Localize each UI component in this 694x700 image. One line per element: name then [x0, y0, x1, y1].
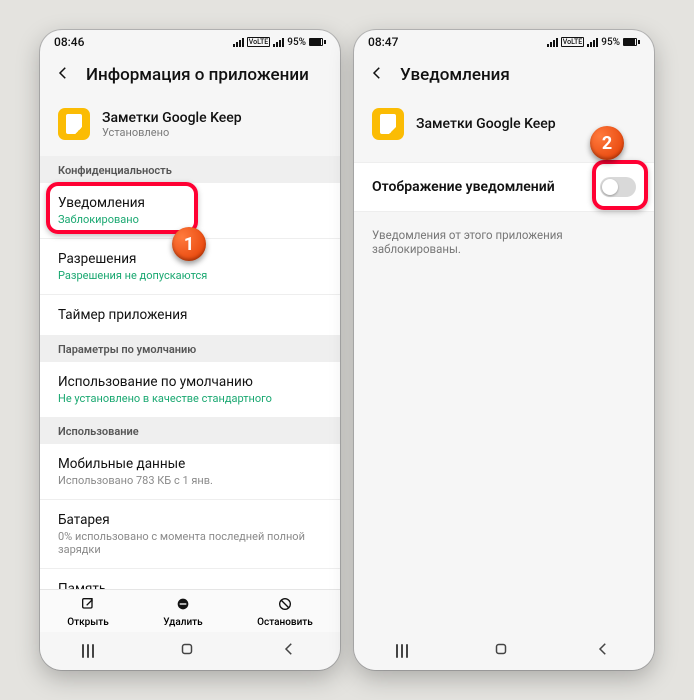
blocked-message: Уведомления от этого приложения заблокир…: [354, 212, 654, 272]
volte-label: VoLTE: [247, 37, 270, 47]
open-label: Открыть: [67, 617, 109, 628]
nav-bar: [40, 632, 340, 670]
status-bar: 08:46 VoLTE 95%: [40, 30, 340, 54]
stop-button[interactable]: Остановить: [257, 596, 313, 628]
app-name: Заметки Google Keep: [102, 110, 242, 126]
item-sub: Использовано 783 КБ с 1 янв.: [58, 474, 322, 487]
item-sub: Разрешения не допускаются: [58, 269, 322, 282]
battery-pct: 95%: [601, 37, 620, 48]
item-battery[interactable]: Батарея 0% использовано с момента послед…: [40, 500, 340, 569]
item-default-use[interactable]: Использование по умолчанию Не установлен…: [40, 362, 340, 417]
page-header: Информация о приложении: [40, 54, 340, 100]
app-icon: [372, 108, 404, 140]
app-status: Установлено: [102, 126, 242, 139]
app-name: Заметки Google Keep: [416, 116, 556, 132]
nav-recent-icon[interactable]: [396, 644, 408, 658]
nav-home-icon[interactable]: [492, 640, 510, 662]
section-defaults: Параметры по умолчанию: [40, 335, 340, 362]
item-mobile-data[interactable]: Мобильные данные Использовано 783 КБ с 1…: [40, 444, 340, 500]
item-sub: 0% использовано с момента последней полн…: [58, 530, 322, 556]
nav-recent-icon[interactable]: [82, 644, 94, 658]
bottom-actions: Открыть Удалить Остановить: [40, 589, 340, 632]
item-app-timer[interactable]: Таймер приложения: [40, 295, 340, 335]
nav-bar: [354, 632, 654, 670]
status-bar: 08:47 VoLTE 95%: [354, 30, 654, 54]
item-title: Разрешения: [58, 251, 322, 267]
phone-right: 08:47 VoLTE 95% Уведомления Заметки Goog…: [354, 30, 654, 670]
signal-icon: [233, 38, 244, 47]
item-title: Уведомления: [58, 195, 322, 211]
phone-left: 08:46 VoLTE 95% Информация о приложении …: [40, 30, 340, 670]
nav-back-icon[interactable]: [594, 640, 612, 662]
toggle-title: Отображение уведомлений: [372, 179, 555, 195]
page-title: Уведомления: [400, 65, 510, 85]
battery-icon: [623, 38, 640, 46]
item-title: Батарея: [58, 512, 322, 528]
open-icon: [80, 596, 96, 615]
item-sub: Заблокировано: [58, 213, 322, 226]
item-notifications[interactable]: Уведомления Заблокировано: [40, 183, 340, 239]
item-storage[interactable]: Память 46,46 МБ использовано (Память уст…: [40, 569, 340, 589]
item-title: Таймер приложения: [58, 307, 322, 323]
open-button[interactable]: Открыть: [67, 596, 109, 628]
item-sub: Не установлено в качестве стандартного: [58, 392, 322, 405]
toggle-show-notifications[interactable]: Отображение уведомлений: [354, 162, 654, 212]
app-row: Заметки Google Keep Установлено: [40, 100, 340, 156]
status-icons: VoLTE 95%: [233, 37, 326, 48]
item-permissions[interactable]: Разрешения Разрешения не допускаются: [40, 239, 340, 295]
app-row: Заметки Google Keep: [354, 100, 654, 162]
delete-icon: [175, 596, 191, 615]
content: Заметки Google Keep Установлено Конфиден…: [40, 100, 340, 589]
content: Заметки Google Keep Отображение уведомле…: [354, 100, 654, 632]
delete-label: Удалить: [163, 617, 202, 628]
item-title: Мобильные данные: [58, 456, 322, 472]
signal-icon-2: [587, 38, 598, 47]
app-icon: [58, 108, 90, 140]
volte-label: VoLTE: [561, 37, 584, 47]
back-icon[interactable]: [54, 64, 72, 86]
signal-icon: [547, 38, 558, 47]
delete-button[interactable]: Удалить: [163, 596, 202, 628]
section-usage: Использование: [40, 417, 340, 444]
page-header: Уведомления: [354, 54, 654, 100]
item-title: Память: [58, 581, 322, 589]
status-icons: VoLTE 95%: [547, 37, 640, 48]
battery-pct: 95%: [287, 37, 306, 48]
page-title: Информация о приложении: [86, 65, 309, 85]
stop-icon: [277, 596, 293, 615]
section-privacy: Конфиденциальность: [40, 156, 340, 183]
status-time: 08:46: [54, 35, 84, 49]
back-icon[interactable]: [368, 64, 386, 86]
signal-icon-2: [273, 38, 284, 47]
item-title: Использование по умолчанию: [58, 374, 322, 390]
toggle-switch[interactable]: [600, 177, 636, 197]
stop-label: Остановить: [257, 617, 313, 628]
nav-back-icon[interactable]: [280, 640, 298, 662]
nav-home-icon[interactable]: [178, 640, 196, 662]
status-time: 08:47: [368, 35, 398, 49]
battery-icon: [309, 38, 326, 46]
